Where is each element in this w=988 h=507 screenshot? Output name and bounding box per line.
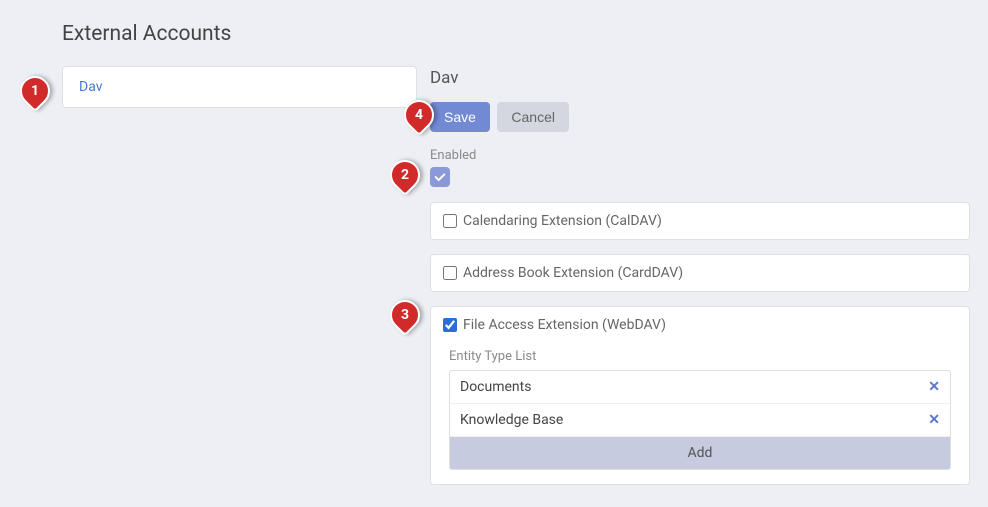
extension-caldav: Calendaring Extension (CalDAV)	[430, 202, 970, 240]
extension-webdav-label: File Access Extension (WebDAV)	[463, 317, 666, 333]
entity-item-label: Knowledge Base	[460, 412, 563, 428]
sidebar: Dav	[62, 66, 417, 108]
extension-carddav-label: Address Book Extension (CardDAV)	[463, 265, 683, 281]
add-button[interactable]: Add	[450, 437, 950, 469]
remove-icon[interactable]: ✕	[928, 379, 940, 395]
entity-item-label: Documents	[460, 379, 531, 395]
detail-panel: Dav Save Cancel Enabled Calendaring Exte…	[430, 68, 970, 499]
extension-carddav-header[interactable]: Address Book Extension (CardDAV)	[443, 265, 957, 281]
enabled-checkbox[interactable]	[430, 167, 450, 187]
extension-caldav-label: Calendaring Extension (CalDAV)	[463, 213, 662, 229]
annotation-marker-1: 1	[14, 70, 56, 112]
enabled-label: Enabled	[430, 148, 970, 163]
sidebar-item-dav[interactable]: Dav	[63, 67, 416, 107]
entity-type-list: Documents ✕ Knowledge Base ✕ Add	[449, 370, 951, 470]
annotation-marker-3: 3	[384, 294, 426, 336]
cancel-button[interactable]: Cancel	[497, 102, 569, 132]
entity-type-label: Entity Type List	[449, 349, 951, 364]
enabled-field: Enabled	[430, 148, 970, 188]
extension-carddav-checkbox[interactable]	[443, 266, 457, 280]
save-button[interactable]: Save	[430, 102, 490, 132]
check-icon	[433, 170, 447, 184]
extension-webdav-checkbox[interactable]	[443, 318, 457, 332]
list-item: Knowledge Base ✕	[450, 404, 950, 437]
list-item: Documents ✕	[450, 371, 950, 404]
extension-caldav-header[interactable]: Calendaring Extension (CalDAV)	[443, 213, 957, 229]
extension-caldav-checkbox[interactable]	[443, 214, 457, 228]
extension-webdav: File Access Extension (WebDAV) Entity Ty…	[430, 306, 970, 485]
extension-webdav-header[interactable]: File Access Extension (WebDAV)	[443, 317, 957, 333]
button-row: Save Cancel	[430, 102, 970, 132]
page-title: External Accounts	[62, 22, 231, 46]
annotation-marker-2: 2	[384, 154, 426, 196]
entity-type-section: Entity Type List Documents ✕ Knowledge B…	[449, 349, 951, 470]
panel-heading: Dav	[430, 68, 970, 88]
extension-carddav: Address Book Extension (CardDAV)	[430, 254, 970, 292]
remove-icon[interactable]: ✕	[928, 412, 940, 428]
